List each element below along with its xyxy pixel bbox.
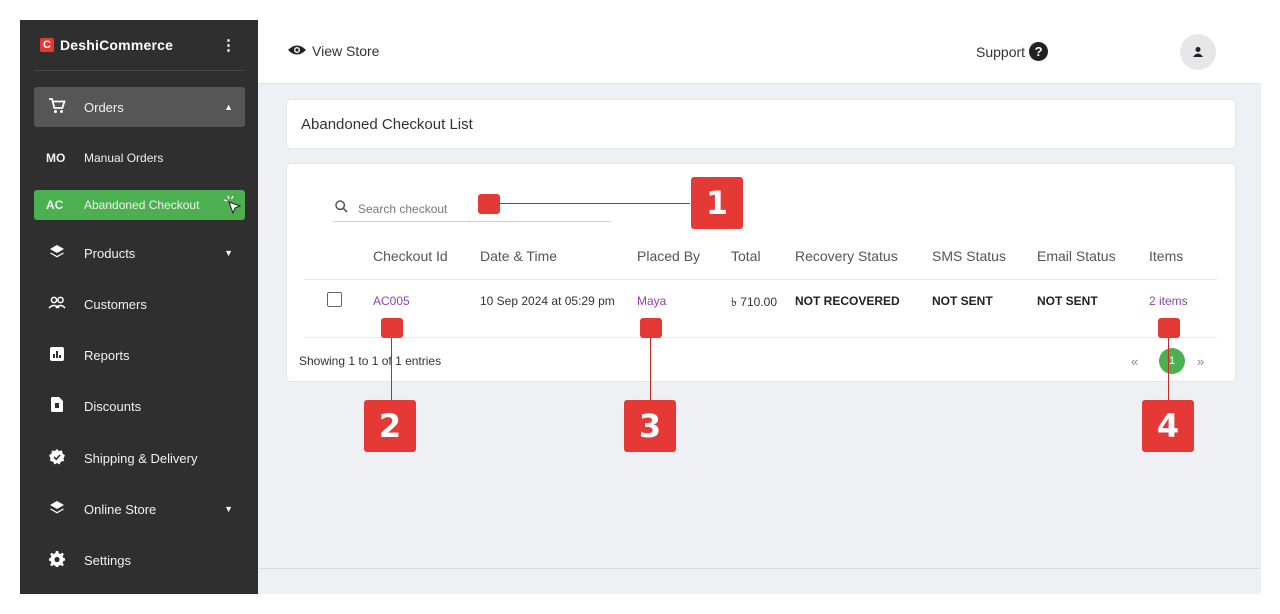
brand-logo: C	[40, 38, 54, 52]
pagination-page-1[interactable]: 1	[1159, 348, 1185, 374]
row-checkbox[interactable]	[327, 292, 342, 307]
cell-date-time: 10 Sep 2024 at 05:29 pm	[480, 294, 615, 308]
cell-placed-by[interactable]: Maya	[637, 294, 666, 308]
sidebar-item-label: Products	[84, 245, 136, 261]
sidebar-item-discounts[interactable]: Discounts	[34, 387, 245, 425]
sidebar-item-abbr: AC	[46, 198, 64, 212]
callout-marker-3	[640, 318, 662, 338]
callout-badge-4: 4	[1142, 400, 1194, 452]
user-icon	[1193, 47, 1203, 57]
pagination-next[interactable]: »	[1197, 354, 1204, 369]
eye-icon	[288, 43, 306, 59]
sidebar-item-shipping-delivery[interactable]: Shipping & Delivery	[34, 439, 245, 477]
gear-icon	[46, 550, 68, 570]
app-frame: C DeshiCommerce ⋮ Orders ▲ MO Manual Ord…	[20, 20, 1261, 594]
callout-marker-2	[381, 318, 403, 338]
row-divider	[305, 337, 1217, 338]
sidebar-item-label: Abandoned Checkout	[84, 198, 200, 212]
column-header-recovery-status[interactable]: Recovery Status	[795, 248, 898, 264]
callout-marker-1	[478, 194, 500, 214]
file-icon	[46, 397, 68, 415]
caret-down-icon: ▼	[224, 504, 233, 514]
avatar[interactable]	[1180, 34, 1216, 70]
cell-sms-status: NOT SENT	[932, 294, 993, 308]
sidebar-item-label: Reports	[84, 347, 130, 363]
sidebar-item-abandoned-checkout[interactable]: AC Abandoned Checkout	[34, 190, 245, 220]
callout-line-3	[650, 338, 651, 400]
cell-checkout-id[interactable]: AC005	[373, 294, 410, 308]
sidebar-item-customers[interactable]: Customers	[34, 285, 245, 323]
column-header-checkout-id[interactable]: Checkout Id	[373, 248, 448, 264]
sidebar-item-label: Shipping & Delivery	[84, 450, 198, 466]
column-header-items[interactable]: Items	[1149, 248, 1183, 264]
brand-divider	[34, 70, 244, 71]
sidebar-item-settings[interactable]: Settings	[34, 541, 245, 579]
badge-check-icon	[46, 448, 68, 468]
callout-line-1	[500, 203, 690, 204]
column-header-total[interactable]: Total	[731, 248, 761, 264]
page-title: Abandoned Checkout List	[301, 116, 473, 133]
caret-up-icon: ▲	[224, 102, 233, 112]
header-divider	[305, 279, 1217, 280]
sidebar-item-label: Customers	[84, 296, 147, 312]
sidebar-item-products[interactable]: Products ▼	[34, 234, 245, 272]
cell-total: ৳ 710.00	[731, 295, 778, 309]
top-header: View Store Support ?	[258, 20, 1261, 84]
pagination-prev[interactable]: «	[1131, 354, 1138, 369]
entries-summary: Showing 1 to 1 of 1 entries	[299, 354, 442, 368]
view-store-link[interactable]: View Store	[288, 43, 379, 59]
sidebar: C DeshiCommerce ⋮ Orders ▲ MO Manual Ord…	[20, 20, 258, 594]
support-label: Support	[976, 43, 1026, 60]
callout-badge-2: 2	[364, 400, 416, 452]
help-icon: ?	[1029, 42, 1049, 61]
sidebar-item-orders[interactable]: Orders ▲	[34, 87, 245, 127]
layers-icon	[46, 500, 68, 519]
brand[interactable]: C DeshiCommerce ⋮	[20, 20, 258, 70]
checkout-list-card: Checkout Id Date & Time Placed By Total …	[286, 163, 1236, 382]
search-box	[333, 196, 611, 222]
caret-down-icon: ▼	[224, 248, 233, 258]
callout-badge-1: 1	[691, 177, 743, 229]
cell-recovery-status: NOT RECOVERED	[795, 294, 900, 308]
sidebar-item-label: Discounts	[84, 398, 142, 414]
view-store-label: View Store	[312, 43, 380, 59]
chart-icon	[46, 346, 68, 364]
column-header-sms-status[interactable]: SMS Status	[932, 248, 1006, 264]
users-icon	[46, 296, 68, 313]
callout-badge-3: 3	[624, 400, 676, 452]
brand-name: DeshiCommerce	[60, 37, 174, 53]
sidebar-item-label: Settings	[84, 552, 131, 568]
cell-items[interactable]: 2 items	[1149, 294, 1188, 308]
column-header-email-status[interactable]: Email Status	[1037, 248, 1116, 264]
sidebar-item-reports[interactable]: Reports	[34, 336, 245, 374]
sidebar-item-online-store[interactable]: Online Store ▼	[34, 490, 245, 528]
column-header-placed-by[interactable]: Placed By	[637, 248, 700, 264]
sidebar-item-manual-orders[interactable]: MO Manual Orders	[34, 143, 245, 173]
cart-icon	[46, 97, 68, 117]
callout-marker-4	[1158, 318, 1180, 338]
column-header-date-time[interactable]: Date & Time	[480, 248, 557, 264]
kebab-menu-icon[interactable]: ⋮	[221, 36, 236, 54]
sidebar-item-label: Orders	[84, 99, 124, 115]
footer-divider	[258, 568, 1261, 569]
sidebar-item-label: Manual Orders	[84, 151, 164, 165]
callout-line-2	[391, 338, 392, 400]
support-link[interactable]: Support ?	[976, 42, 1049, 61]
layers-icon	[46, 244, 68, 263]
sidebar-item-label: Online Store	[84, 501, 157, 517]
page-title-card: Abandoned Checkout List	[286, 99, 1236, 149]
search-icon	[335, 199, 348, 218]
cell-email-status: NOT SENT	[1037, 294, 1098, 308]
sidebar-item-abbr: MO	[46, 151, 66, 165]
callout-line-4	[1168, 338, 1169, 400]
cursor-click-icon	[223, 195, 242, 215]
